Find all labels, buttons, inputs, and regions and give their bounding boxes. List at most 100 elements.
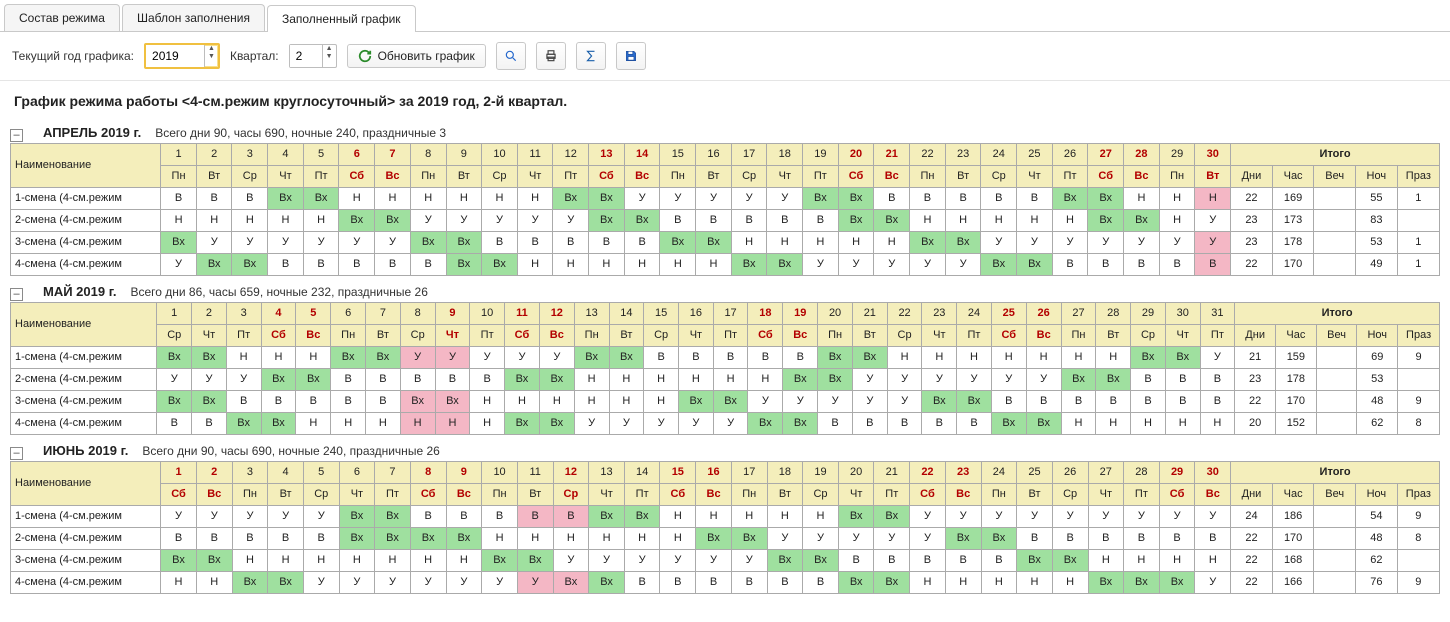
day-cell[interactable]: В: [957, 413, 992, 435]
day-cell[interactable]: Вх: [981, 254, 1017, 276]
day-cell[interactable]: В: [991, 391, 1026, 413]
day-cell[interactable]: Вх: [1017, 254, 1053, 276]
day-cell[interactable]: Вх: [713, 391, 748, 413]
day-cell[interactable]: В: [1195, 254, 1231, 276]
day-cell[interactable]: Вх: [1052, 188, 1088, 210]
day-cell[interactable]: У: [410, 572, 446, 594]
day-cell[interactable]: Вх: [803, 550, 839, 572]
day-cell[interactable]: Вх: [852, 347, 887, 369]
day-cell[interactable]: Н: [375, 550, 411, 572]
day-cell[interactable]: У: [435, 347, 470, 369]
day-cell[interactable]: В: [818, 413, 853, 435]
day-cell[interactable]: В: [410, 506, 446, 528]
day-cell[interactable]: У: [303, 232, 339, 254]
day-cell[interactable]: В: [375, 254, 411, 276]
day-cell[interactable]: Вх: [366, 347, 401, 369]
day-cell[interactable]: В: [161, 188, 197, 210]
day-cell[interactable]: Н: [731, 232, 767, 254]
day-cell[interactable]: Вх: [731, 254, 767, 276]
day-cell[interactable]: У: [1200, 347, 1235, 369]
day-cell[interactable]: У: [838, 254, 874, 276]
day-cell[interactable]: В: [296, 391, 331, 413]
day-cell[interactable]: Вх: [838, 572, 874, 594]
day-cell[interactable]: Н: [553, 254, 589, 276]
day-cell[interactable]: Н: [1096, 347, 1131, 369]
day-cell[interactable]: В: [838, 550, 874, 572]
day-cell[interactable]: В: [1052, 254, 1088, 276]
day-cell[interactable]: В: [435, 369, 470, 391]
quarter-up[interactable]: ▲: [323, 45, 336, 53]
day-cell[interactable]: В: [696, 572, 732, 594]
day-cell[interactable]: Вх: [446, 232, 482, 254]
day-cell[interactable]: Н: [1195, 188, 1231, 210]
day-cell[interactable]: Н: [553, 528, 589, 550]
day-cell[interactable]: В: [660, 572, 696, 594]
day-cell[interactable]: У: [1195, 506, 1231, 528]
day-cell[interactable]: У: [400, 347, 435, 369]
day-cell[interactable]: Н: [1052, 572, 1088, 594]
day-cell[interactable]: В: [713, 347, 748, 369]
day-cell[interactable]: Н: [296, 413, 331, 435]
day-cell[interactable]: Вх: [818, 347, 853, 369]
day-cell[interactable]: У: [852, 391, 887, 413]
day-cell[interactable]: Н: [922, 347, 957, 369]
day-cell[interactable]: Н: [803, 232, 839, 254]
day-cell[interactable]: Вх: [1017, 550, 1053, 572]
day-cell[interactable]: У: [713, 413, 748, 435]
day-cell[interactable]: Н: [660, 254, 696, 276]
day-cell[interactable]: У: [852, 369, 887, 391]
day-cell[interactable]: В: [400, 369, 435, 391]
day-cell[interactable]: Вх: [482, 254, 518, 276]
day-cell[interactable]: В: [470, 369, 505, 391]
day-cell[interactable]: Вх: [375, 528, 411, 550]
day-cell[interactable]: Н: [446, 188, 482, 210]
quarter-down[interactable]: ▼: [323, 53, 336, 61]
day-cell[interactable]: У: [482, 210, 518, 232]
day-cell[interactable]: Н: [696, 506, 732, 528]
day-cell[interactable]: Вх: [874, 210, 910, 232]
day-cell[interactable]: Н: [226, 347, 261, 369]
day-cell[interactable]: У: [161, 506, 197, 528]
day-cell[interactable]: У: [910, 528, 946, 550]
day-cell[interactable]: У: [589, 550, 625, 572]
day-cell[interactable]: У: [981, 232, 1017, 254]
day-cell[interactable]: Вх: [838, 210, 874, 232]
day-cell[interactable]: В: [303, 528, 339, 550]
day-cell[interactable]: У: [339, 572, 375, 594]
day-cell[interactable]: Н: [574, 391, 609, 413]
day-cell[interactable]: Н: [539, 391, 574, 413]
day-cell[interactable]: У: [504, 347, 539, 369]
day-cell[interactable]: Вх: [268, 188, 304, 210]
day-cell[interactable]: Н: [339, 550, 375, 572]
day-cell[interactable]: Н: [410, 188, 446, 210]
day-cell[interactable]: Вх: [874, 506, 910, 528]
day-cell[interactable]: В: [624, 572, 660, 594]
day-cell[interactable]: Вх: [748, 413, 783, 435]
day-cell[interactable]: В: [161, 528, 197, 550]
day-cell[interactable]: У: [609, 413, 644, 435]
day-cell[interactable]: В: [1131, 369, 1166, 391]
day-cell[interactable]: Н: [713, 369, 748, 391]
day-cell[interactable]: В: [767, 572, 803, 594]
day-cell[interactable]: У: [838, 528, 874, 550]
day-cell[interactable]: У: [748, 391, 783, 413]
day-cell[interactable]: Вх: [803, 188, 839, 210]
day-cell[interactable]: У: [196, 506, 232, 528]
day-cell[interactable]: Н: [1061, 413, 1096, 435]
day-cell[interactable]: Н: [803, 506, 839, 528]
day-cell[interactable]: Н: [517, 188, 553, 210]
day-cell[interactable]: У: [696, 188, 732, 210]
tab-template[interactable]: Шаблон заполнения: [122, 4, 265, 31]
day-cell[interactable]: Вх: [1159, 572, 1195, 594]
day-cell[interactable]: Вх: [482, 550, 518, 572]
day-cell[interactable]: Вх: [783, 369, 818, 391]
day-cell[interactable]: У: [268, 232, 304, 254]
day-cell[interactable]: Н: [1017, 572, 1053, 594]
day-cell[interactable]: У: [1124, 506, 1160, 528]
day-cell[interactable]: Вх: [410, 232, 446, 254]
day-cell[interactable]: Н: [981, 572, 1017, 594]
day-cell[interactable]: У: [887, 369, 922, 391]
day-cell[interactable]: В: [945, 188, 981, 210]
day-cell[interactable]: Вх: [553, 572, 589, 594]
day-cell[interactable]: У: [446, 210, 482, 232]
